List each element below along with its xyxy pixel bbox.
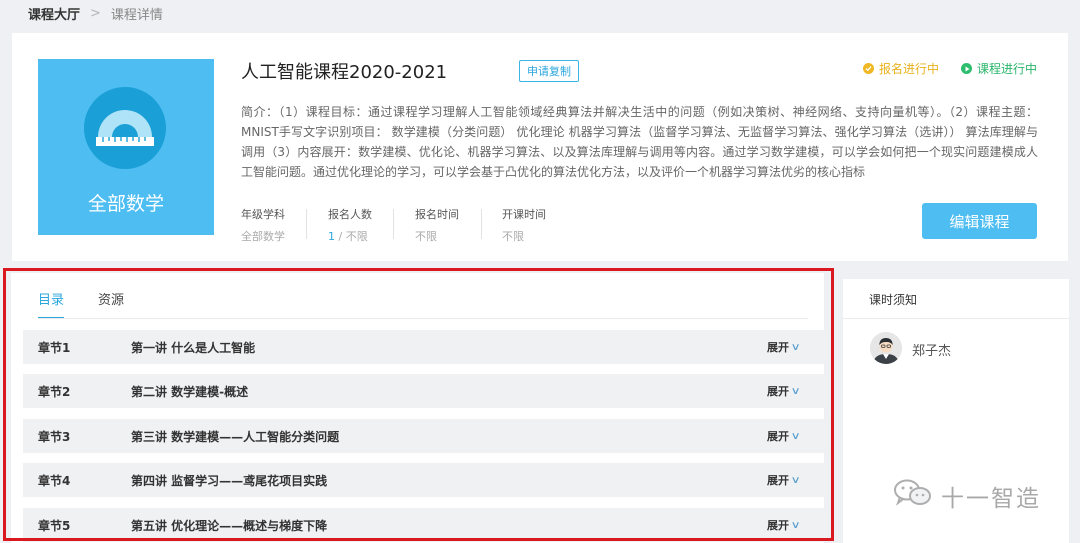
chapter-title: 第四讲 监督学习——鸢尾花项目实践 [131,473,328,488]
meta-value: 不限 [415,230,437,243]
meta-label: 报名时间 [415,208,459,221]
expand-toggle[interactable]: 展开 ∨ [767,517,801,533]
protractor-icon [84,87,166,169]
course-status: 课程进行中 [961,60,1037,77]
cover-subject-label: 全部数学 [87,193,164,215]
expand-toggle[interactable]: 展开 ∨ [767,339,801,355]
chapter-row[interactable]: 章节5 第五讲 优化理论——概述与梯度下降 展开 ∨ [23,508,828,542]
expand-label: 展开 [767,519,789,532]
expand-label: 展开 [767,341,789,354]
chevron-down-icon: ∨ [790,385,801,397]
meta-label: 开课时间 [502,208,546,221]
breadcrumb-separator: > [90,5,101,21]
play-icon [961,63,972,74]
check-icon [863,63,874,74]
chevron-down-icon: ∨ [790,474,801,486]
breadcrumb-home-link[interactable]: 课程大厅 [28,4,80,23]
course-status-label: 课程进行中 [977,62,1038,76]
breadcrumb: 课程大厅 > 课程详情 [28,4,163,23]
chapter-number: 章节4 [38,473,71,488]
chapter-number: 章节2 [38,384,71,399]
meta-enrollment-count: 报名人数 1 / 不限 [328,206,372,243]
notice-title: 课时须知 [869,293,918,307]
chapter-number: 章节3 [38,429,71,444]
chevron-down-icon: ∨ [790,341,801,353]
chevron-down-icon: ∨ [790,430,801,442]
course-intro: 简介：（1）课程目标：通过课程学习理解人工智能领域经典算法并解决生活中的问题（例… [241,105,1038,179]
meta-label: 报名人数 [328,208,372,221]
course-cover: 全部数学 [38,59,214,235]
tab-catalog[interactable]: 目录 [38,289,65,319]
chapter-row[interactable]: 章节3 第三讲 数学建模——人工智能分类问题 展开 ∨ [23,419,828,453]
meta-start-time: 开课时间 不限 [502,206,546,243]
expand-label: 展开 [767,430,789,443]
meta-value: 不限 [502,230,524,243]
chapter-number: 章节5 [38,518,71,533]
teacher-name[interactable]: 郑子杰 [912,340,951,359]
watermark-text: 十一智造 [941,486,1041,512]
chapter-row[interactable]: 章节4 第四讲 监督学习——鸢尾花项目实践 展开 ∨ [23,463,828,497]
notice-divider [843,318,1069,319]
chapter-number: 章节1 [38,340,71,355]
edit-course-button[interactable]: 编辑课程 [922,203,1037,239]
breadcrumb-current: 课程详情 [110,7,163,23]
apply-copy-button[interactable]: 申请复制 [519,60,579,82]
meta-divider [393,209,394,239]
chapter-title: 第二讲 数学建模-概述 [131,384,249,399]
chapter-row[interactable]: 章节1 第一讲 什么是人工智能 展开 ∨ [23,330,828,364]
chevron-down-icon: ∨ [790,519,801,531]
expand-label: 展开 [767,385,789,398]
meta-grade-subject: 年级学科 全部数学 [241,206,285,243]
enroll-status: 报名进行中 [863,60,939,77]
avatar[interactable] [870,332,902,364]
expand-toggle[interactable]: 展开 ∨ [767,383,801,399]
catalog-panel: 目录 资源 章节1 第一讲 什么是人工智能 展开 ∨ 章节2 第二讲 数学建模-概… [11,273,828,543]
catalog-tabs: 目录 资源 [38,289,158,319]
expand-toggle[interactable]: 展开 ∨ [767,472,801,488]
expand-toggle[interactable]: 展开 ∨ [767,428,801,444]
enrollment-limit: / 不限 [335,230,368,243]
meta-value: 全部数学 [241,230,285,243]
meta-divider [306,209,307,239]
wechat-icon [893,478,933,514]
expand-label: 展开 [767,474,789,487]
course-title: 人工智能课程2020-2021 [241,62,448,83]
enrolled-count: 1 [328,230,335,243]
chapter-title: 第一讲 什么是人工智能 [131,340,256,355]
course-header-card: 全部数学 人工智能课程2020-2021 申请复制 报名进行中 课程进行中 简介… [12,33,1068,261]
chapter-title: 第三讲 数学建模——人工智能分类问题 [131,429,340,444]
watermark: 十一智造 [893,478,1041,514]
chapter-title: 第五讲 优化理论——概述与梯度下降 [131,518,328,533]
tab-divider [38,318,808,319]
tab-resources[interactable]: 资源 [98,289,124,319]
enroll-status-label: 报名进行中 [879,62,940,76]
chapter-row[interactable]: 章节2 第二讲 数学建模-概述 展开 ∨ [23,374,828,408]
meta-divider [481,209,482,239]
meta-enroll-time: 报名时间 不限 [415,206,459,243]
meta-value: 1 / 不限 [328,228,372,243]
meta-label: 年级学科 [241,208,285,221]
